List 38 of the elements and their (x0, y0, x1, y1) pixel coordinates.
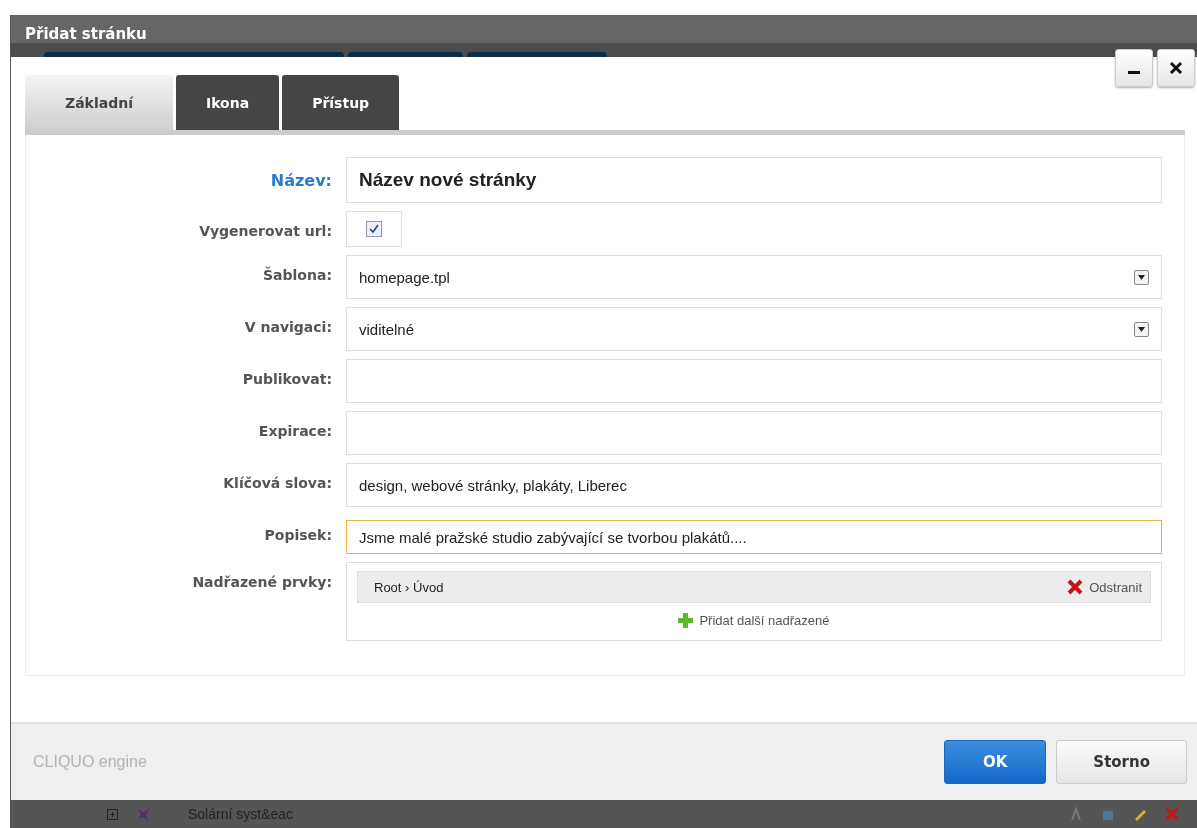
select-field[interactable]: homepage.tpl (346, 255, 1162, 299)
field-label: Popisek: (264, 526, 332, 543)
text-field[interactable] (346, 411, 1162, 455)
add-parent-link[interactable]: Přidat další nadřazené (678, 613, 830, 628)
expand-icon (107, 808, 118, 820)
tab[interactable]: Základní (25, 75, 173, 130)
close-icon (1169, 61, 1183, 75)
field-label: Šablona: (263, 265, 332, 283)
select-field[interactable]: viditelné (346, 307, 1162, 351)
delete-icon (1067, 579, 1084, 595)
tab[interactable]: Ikona (175, 75, 280, 130)
checkbox[interactable] (366, 221, 382, 237)
field-label: Publikovat: (242, 370, 332, 387)
field-label: Expirace: (258, 422, 332, 439)
cancel-button[interactable]: Storno (1056, 740, 1187, 784)
delete-icon (1165, 807, 1179, 821)
field-label: Klíčová slova: (223, 474, 332, 491)
parent-path: Root › Úvod (374, 579, 444, 595)
minimize-icon (1128, 70, 1140, 74)
text-field[interactable] (346, 359, 1162, 403)
caret-icon (1134, 321, 1149, 337)
field-label: V navigaci: (244, 318, 332, 335)
minimize-button[interactable] (1115, 49, 1153, 87)
tab[interactable]: Přístup (282, 75, 400, 130)
pencil-icon (1133, 807, 1147, 821)
field-label: Název: (270, 170, 332, 190)
close-button[interactable] (1157, 49, 1195, 87)
text-field[interactable]: Jsme malé pražské studio zabývající se tvorbou plakátů.... (346, 520, 1162, 554)
text-field[interactable]: design, webové stránky, plakáty, Liberec (346, 463, 1162, 507)
text-field[interactable]: Název nové stránky (346, 157, 1162, 203)
field-label: Nadřazené prvky: (192, 573, 332, 590)
caret-icon (1134, 269, 1149, 285)
remove-link[interactable]: Odstranit (1067, 579, 1142, 595)
window-title: Přidat stránku (25, 25, 147, 43)
brand-text: CLIQUO engine (33, 753, 147, 771)
ok-button[interactable]: OK (943, 740, 1047, 784)
field-label: Vygenerovat url: (199, 222, 332, 239)
plus-icon (678, 613, 694, 628)
